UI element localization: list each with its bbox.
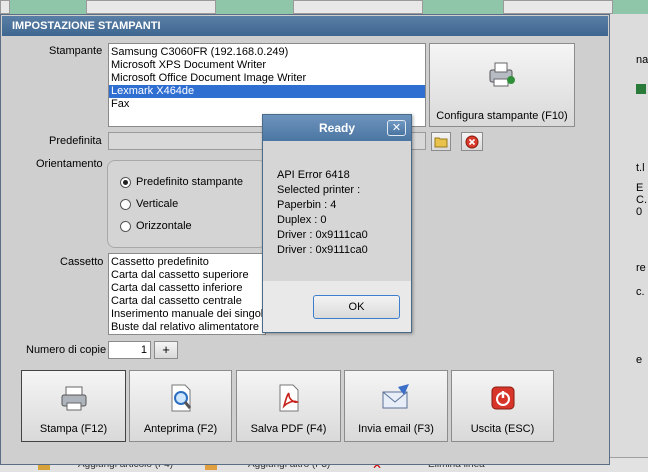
save-pdf-button-label: Salva PDF (F4) (250, 423, 327, 435)
message-line: API Error 6418 (277, 169, 350, 181)
folder-icon (434, 137, 448, 148)
print-button-label: Stampa (F12) (39, 423, 108, 435)
orientation-option-portrait[interactable]: Verticale (136, 198, 178, 210)
background-tab (0, 0, 10, 14)
printer-item[interactable]: Microsoft XPS Document Writer (109, 59, 425, 72)
orientation-radio-landscape[interactable] (120, 221, 131, 232)
background-text: E (636, 182, 644, 194)
tray-item[interactable]: Cassetto predefinito (109, 256, 265, 269)
tray-item[interactable]: Carta dal cassetto superiore (109, 269, 265, 282)
save-pdf-button[interactable]: Salva PDF (F4) (236, 370, 341, 442)
message-line: Driver : 0x9111ca0 (277, 244, 368, 256)
email-icon (382, 384, 409, 409)
printers-label: Stampante (49, 45, 103, 57)
copies-label: Numero di copie (26, 344, 107, 356)
printer-icon (61, 386, 86, 411)
orientation-radio-portrait[interactable] (120, 199, 131, 210)
preview-icon (171, 384, 191, 412)
configure-printer-button[interactable]: Configura stampante (F10) (429, 43, 575, 127)
tray-label: Cassetto (60, 256, 104, 268)
copies-input[interactable]: 1 (108, 341, 151, 359)
exit-button[interactable]: Uscita (ESC) (451, 370, 554, 442)
printer-config-icon (489, 62, 515, 87)
exit-button-label: Uscita (ESC) (470, 423, 535, 435)
message-line: Paperbin : 4 (277, 199, 337, 211)
close-icon[interactable]: ✕ (387, 120, 406, 136)
orientation-label: Orientamento (36, 158, 103, 170)
printer-item[interactable]: Samsung C3060FR (192.168.0.249) (109, 46, 425, 59)
message-line: Driver : 0x9111ca0 (277, 229, 368, 241)
orientation-option-default[interactable]: Predefinito stampante (136, 176, 243, 188)
background-tab (293, 0, 423, 14)
orientation-radio-default[interactable] (120, 177, 131, 188)
tray-item[interactable]: Carta dal cassetto inferiore (109, 282, 265, 295)
background-text: 0 (636, 206, 643, 218)
printer-item-selected[interactable]: Lexmark X464de (109, 85, 425, 98)
background-right-panel: na t.l E C. 0 re c. e (608, 14, 648, 471)
configure-printer-label: Configura stampante (F10) (436, 110, 568, 122)
message-line: Duplex : 0 (277, 214, 327, 226)
background-text: C. (636, 194, 647, 206)
window-title: IMPOSTAZIONE STAMPANTI (2, 16, 608, 36)
clear-default-button[interactable] (461, 132, 483, 151)
message-line: Selected printer : (277, 184, 361, 196)
background-text: e (636, 354, 643, 366)
tray-item[interactable]: Inserimento manuale dei singoli (109, 308, 265, 321)
send-email-button-label: Invia email (F3) (358, 423, 434, 435)
delete-icon (465, 135, 479, 149)
preview-button-label: Anteprima (F2) (143, 423, 218, 435)
tray-item[interactable]: Buste dal relativo alimentatore (109, 321, 265, 334)
tray-item[interactable]: Carta dal cassetto centrale (109, 295, 265, 308)
orientation-group (107, 160, 267, 248)
background-text: re (636, 262, 646, 274)
background-text: c. (636, 286, 645, 298)
ok-button[interactable]: OK (313, 295, 400, 319)
open-folder-button[interactable] (431, 132, 451, 151)
exit-icon (491, 386, 514, 410)
background-text: t.l (636, 162, 645, 174)
print-button[interactable]: Stampa (F12) (21, 370, 126, 442)
send-email-button[interactable]: Invia email (F3) (344, 370, 448, 442)
ready-dialog-message: API Error 6418 Selected printer : Paperb… (263, 141, 411, 281)
tray-list[interactable]: Cassetto predefinito Carta dal cassetto … (108, 253, 266, 335)
ready-dialog: Ready ✕ API Error 6418 Selected printer … (262, 114, 412, 333)
background-text: na (636, 54, 648, 66)
printer-item[interactable]: Microsoft Office Document Image Writer (109, 72, 425, 85)
default-label: Predefinita (49, 135, 102, 147)
background-tab (503, 0, 613, 14)
background-icon (636, 84, 646, 94)
copies-increment-button[interactable]: + (154, 341, 178, 359)
orientation-option-landscape[interactable]: Orizzontale (136, 220, 192, 232)
background-tab (86, 0, 216, 14)
pdf-icon (279, 384, 299, 412)
printer-item[interactable]: Fax (109, 98, 425, 111)
preview-button[interactable]: Anteprima (F2) (129, 370, 232, 442)
